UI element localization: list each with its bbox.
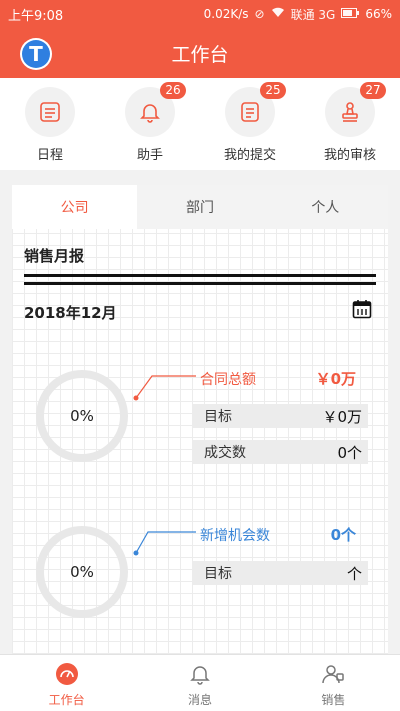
contract-deals-row: 成交数 0个 — [192, 440, 368, 464]
battery-level: 66% — [365, 7, 392, 21]
opportunity-leader-line — [133, 531, 196, 556]
opportunity-target-value: 个 — [346, 564, 362, 583]
carrier-label: 联通 3G — [290, 7, 336, 22]
tab-personal[interactable]: 个人 — [262, 185, 388, 229]
quick-label-submissions: 我的提交 — [223, 148, 276, 163]
quick-item-submissions[interactable]: 25 我的提交 — [200, 78, 300, 170]
contract-leader-line — [133, 375, 196, 401]
report-card: 公司 部门 个人 销售月报 2018年12月 0% 合同总额 ￥0万 目标 ￥0… — [12, 185, 388, 665]
report-title: 销售月报 — [24, 247, 85, 265]
quick-actions: 日程 26 助手 25 我的提交 27 我的审核 — [0, 78, 400, 170]
user-icon — [320, 661, 346, 687]
quick-label-assistant: 助手 — [136, 148, 163, 163]
divider-bottom — [24, 282, 376, 285]
opportunity-value: 0个 — [330, 526, 356, 544]
title-bar: T 工作台 — [0, 28, 400, 78]
opportunity-label: 新增机会数 — [200, 528, 270, 544]
schedule-icon — [25, 87, 75, 137]
battery-icon — [341, 7, 360, 21]
divider-top — [24, 274, 376, 277]
quick-item-assistant[interactable]: 26 助手 — [100, 78, 200, 170]
workbench-icon — [54, 661, 80, 687]
nav-label-sales: 销售 — [321, 693, 346, 707]
quick-item-schedule[interactable]: 日程 — [0, 78, 100, 170]
bell-icon — [187, 661, 213, 687]
calendar-icon[interactable] — [352, 299, 372, 319]
contract-progress-ring: 0% — [36, 370, 128, 462]
nav-sales[interactable]: 销售 — [267, 655, 400, 711]
contract-value: ￥0万 — [315, 370, 356, 388]
nav-messages[interactable]: 消息 — [133, 655, 266, 711]
tab-company[interactable]: 公司 — [12, 185, 138, 229]
bottom-nav: 工作台 消息 销售 — [0, 654, 400, 711]
badge-assistant: 26 — [160, 82, 186, 99]
contract-target-value: ￥0万 — [322, 407, 362, 426]
sync-icon: ⊘ — [254, 7, 265, 21]
tab-department[interactable]: 部门 — [137, 185, 263, 229]
status-bar: 上午9:08 0.02K/s ⊘ 联通 3G 66% — [0, 0, 400, 28]
nav-label-messages: 消息 — [187, 693, 212, 707]
status-time: 上午9:08 — [8, 8, 64, 24]
quick-label-schedule: 日程 — [36, 148, 63, 163]
contract-target-label: 目标 — [204, 409, 232, 425]
status-right: 0.02K/s ⊘ 联通 3G 66% — [204, 6, 392, 23]
scope-tabs: 公司 部门 个人 — [12, 185, 388, 229]
nav-workbench[interactable]: 工作台 — [0, 655, 133, 711]
report-month: 2018年12月 — [24, 304, 117, 322]
network-speed: 0.02K/s — [203, 7, 249, 21]
badge-reviews: 27 — [360, 82, 386, 99]
nav-label-workbench: 工作台 — [48, 693, 85, 707]
quick-label-reviews: 我的审核 — [323, 148, 376, 163]
opportunity-target-row: 目标 个 — [192, 561, 368, 585]
contract-deals-label: 成交数 — [204, 445, 246, 461]
badge-submissions: 25 — [260, 82, 286, 99]
wifi-icon — [271, 7, 285, 21]
contract-label: 合同总额 — [200, 372, 256, 388]
page-title: 工作台 — [171, 44, 229, 66]
contract-deals-value: 0个 — [337, 443, 362, 462]
opportunity-progress-ring: 0% — [36, 526, 128, 618]
quick-item-reviews[interactable]: 27 我的审核 — [300, 78, 400, 170]
contract-target-row: 目标 ￥0万 — [192, 404, 368, 428]
opportunity-target-label: 目标 — [204, 566, 232, 582]
